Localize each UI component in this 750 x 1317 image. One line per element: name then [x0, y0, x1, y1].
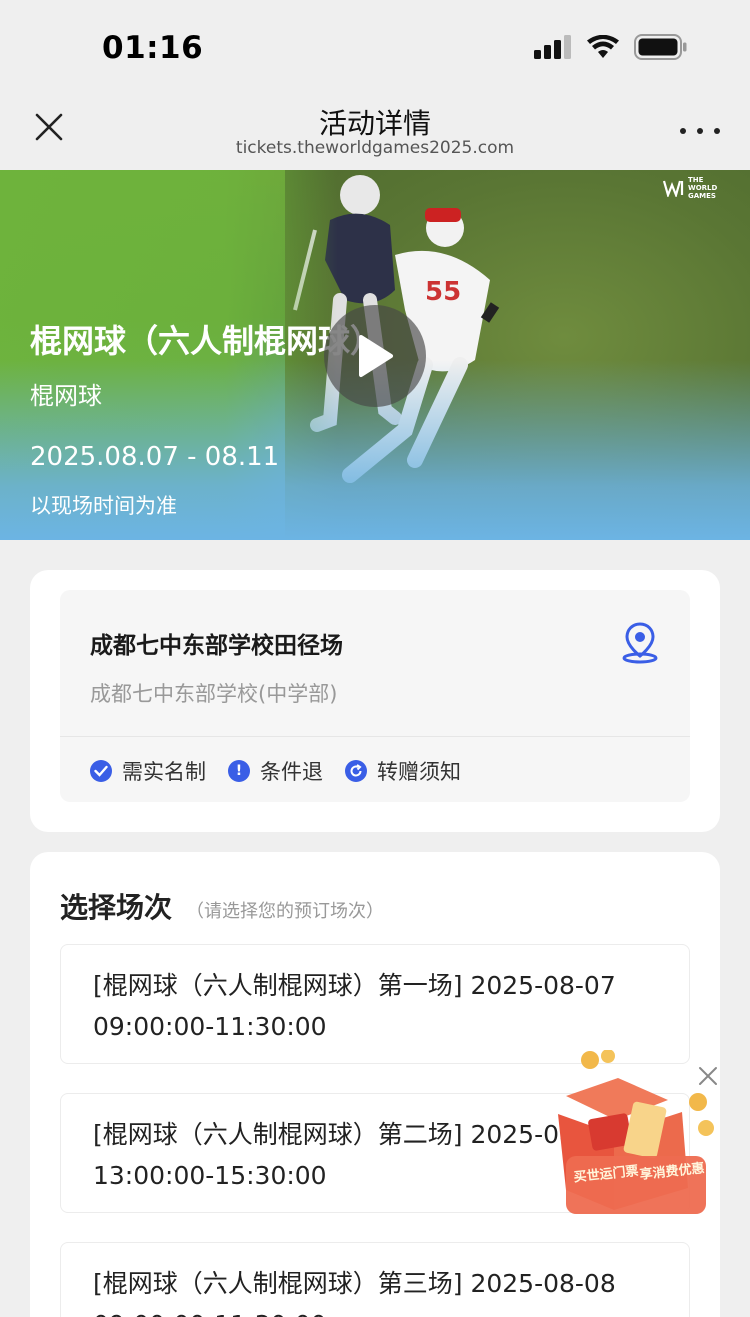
status-bar: 01:16 — [0, 0, 750, 96]
session-time: 09:00:00-11:30:00 — [93, 1012, 327, 1041]
page-title: 活动详情 — [318, 107, 431, 140]
tag-label: 需实名制 — [122, 760, 206, 784]
wifi-icon — [587, 35, 619, 58]
play-button[interactable] — [324, 305, 426, 407]
venue-address: 成都七中东部学校(中学部) — [90, 682, 338, 706]
session-time: 09:00:00-11:30:00 — [93, 1304, 683, 1317]
tag-real-name[interactable]: 需实名制 — [90, 756, 206, 786]
venue-tags: 需实名制 ! 条件退 转赠须知 — [90, 756, 461, 786]
world-games-logo: THE WORLD GAMES — [663, 176, 718, 200]
venue-name: 成都七中东部学校田径场 — [90, 633, 343, 659]
more-icon — [680, 128, 686, 134]
session-option-1[interactable]: [棍网球（六人制棍网球）第一场] 2025-08-07 09:00:00-11:… — [60, 944, 690, 1064]
session-header: 选择场次 （请选择您的预订场次） — [60, 886, 384, 926]
nav-bar: 活动详情 tickets.theworldgames2025.com — [0, 96, 750, 170]
event-time-note: 以现场时间为准 — [30, 494, 177, 518]
battery-icon — [634, 34, 687, 60]
refresh-circle-icon — [345, 760, 367, 782]
session-option-3[interactable]: [棍网球（六人制棍网球）第三场] 2025-08-08 09:00:00-11:… — [60, 1242, 690, 1317]
play-icon — [359, 335, 393, 377]
cellular-signal-icon — [534, 35, 571, 59]
tag-label: 条件退 — [260, 760, 323, 784]
session-title: 选择场次 — [60, 891, 173, 924]
status-time: 01:16 — [102, 30, 204, 66]
event-sport: 棍网球 — [30, 382, 102, 410]
promo-close-button[interactable] — [696, 1064, 720, 1088]
location-pin-icon — [622, 622, 658, 664]
session-hint: （请选择您的预订场次） — [186, 901, 385, 922]
venue-info[interactable]: 成都七中东部学校田径场 成都七中东部学校(中学部) 需实名制 ! 条件退 转赠须… — [60, 590, 690, 802]
tag-refund[interactable]: ! 条件退 — [228, 756, 323, 786]
promo-floating-badge[interactable]: 买世运门票 享消费优惠 — [548, 1049, 724, 1230]
session-name: [棍网球（六人制棍网球）第三场] 2025-08-08 — [93, 1269, 616, 1298]
location-pin-button[interactable] — [618, 620, 662, 668]
close-icon — [699, 1067, 717, 1085]
status-icons — [534, 34, 688, 60]
session-name: [棍网球（六人制棍网球）第一场] 2025-08-07 — [93, 971, 616, 1000]
more-button[interactable] — [680, 116, 720, 146]
venue-card: 成都七中东部学校田径场 成都七中东部学校(中学部) 需实名制 ! 条件退 转赠须… — [30, 570, 720, 832]
hero-banner[interactable]: 55 THE WORLD GAMES 棍网球（六人制棍网球） 棍网球 2025.… — [0, 170, 750, 540]
tag-label: 转赠须知 — [377, 760, 461, 784]
exclamation-circle-icon: ! — [228, 760, 250, 782]
page-url: tickets.theworldgames2025.com — [235, 138, 515, 158]
check-circle-icon — [90, 760, 112, 782]
event-date: 2025.08.07 - 08.11 — [30, 442, 280, 472]
divider — [60, 736, 690, 737]
tag-transfer[interactable]: 转赠须知 — [345, 756, 461, 786]
logo-text: THE WORLD GAMES — [688, 176, 718, 200]
